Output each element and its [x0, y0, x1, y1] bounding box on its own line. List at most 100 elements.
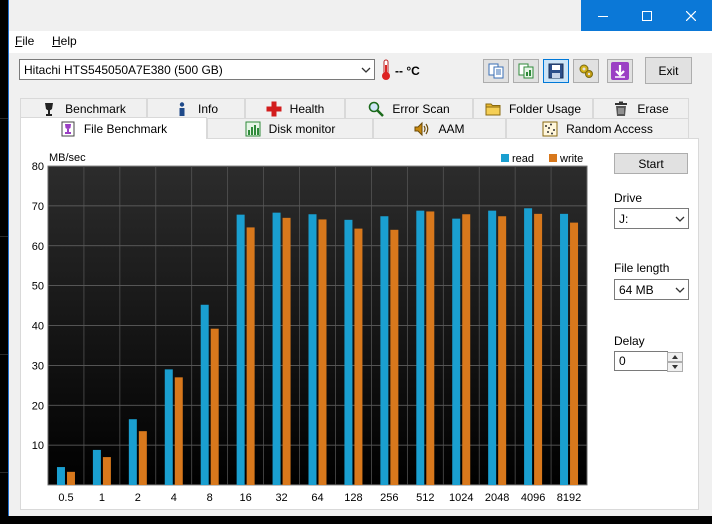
app-window: File Help Hitachi HTS545050A7E380 (500 G…	[8, 0, 712, 516]
close-icon	[686, 10, 696, 21]
desktop-line	[0, 472, 8, 473]
legend-write-label: write	[559, 153, 583, 165]
error-scan-icon	[368, 101, 385, 117]
delay-spin-down[interactable]	[667, 362, 683, 372]
desktop-line	[0, 118, 8, 119]
tab-erase-label: Erase	[637, 101, 669, 116]
bar-write	[426, 211, 435, 485]
legend-read-swatch	[501, 154, 509, 162]
temperature-value: -- °C	[395, 64, 420, 78]
drive-letter-select[interactable]: J:	[614, 208, 689, 229]
bar-read	[92, 449, 101, 485]
tab-random-access[interactable]: Random Access	[506, 118, 689, 138]
delay-spin-up[interactable]	[667, 352, 683, 362]
tab-aam-label: AAM	[438, 121, 465, 136]
menu-help[interactable]: Help	[52, 34, 77, 48]
copy-text-icon	[488, 63, 504, 79]
bar-read	[164, 369, 173, 485]
maximize-button[interactable]	[625, 0, 669, 31]
delay-label: Delay	[614, 334, 645, 348]
bar-read	[236, 214, 245, 485]
erase-icon	[613, 101, 629, 117]
tab-error-scan[interactable]: Error Scan	[345, 98, 473, 118]
desktop-line	[0, 236, 8, 237]
y-tick-label: 50	[32, 281, 44, 293]
bar-write	[282, 217, 291, 485]
tab-file-benchmark[interactable]: File Benchmark	[20, 117, 207, 139]
tab-aam[interactable]: AAM	[373, 118, 506, 138]
chevron-down-icon	[675, 287, 685, 293]
bar-write	[138, 431, 147, 485]
tab-health[interactable]: Health	[245, 98, 345, 118]
y-tick-label: 40	[32, 321, 44, 333]
bar-read	[128, 419, 137, 485]
options-button[interactable]	[573, 59, 599, 83]
tab-health-label: Health	[289, 101, 325, 116]
legend-write-swatch	[549, 154, 557, 162]
desktop-line	[0, 354, 8, 355]
file-length-select[interactable]: 64 MB	[614, 279, 689, 300]
y-tick-label: 70	[32, 201, 44, 213]
bar-write	[462, 214, 471, 485]
download-button[interactable]	[607, 59, 633, 83]
benchmark-icon	[41, 101, 57, 117]
delay-input[interactable]: 0	[614, 351, 668, 371]
spin-down-icon	[672, 365, 678, 369]
x-tick-label: 4096	[521, 492, 545, 504]
tab-file-benchmark-label: File Benchmark	[83, 121, 168, 136]
bar-write	[210, 328, 219, 485]
minimize-button[interactable]	[581, 0, 625, 31]
drive-letter-value: J:	[619, 211, 629, 226]
y-tick-label: 30	[32, 360, 44, 372]
info-icon	[174, 101, 190, 117]
tab-folder-usage[interactable]: Folder Usage	[473, 98, 593, 118]
start-button[interactable]: Start	[614, 153, 688, 174]
y-tick-label: 80	[32, 161, 44, 173]
bar-read	[488, 210, 497, 485]
save-icon	[548, 63, 564, 79]
close-button[interactable]	[669, 0, 712, 31]
file-benchmark-icon	[60, 121, 76, 137]
bar-write	[102, 457, 111, 485]
tab-info[interactable]: Info	[147, 98, 245, 118]
minimize-icon	[598, 15, 608, 17]
x-tick-label: 64	[311, 492, 323, 504]
save-button[interactable]	[543, 59, 569, 83]
x-tick-label: 8	[207, 492, 213, 504]
x-tick-label: 32	[275, 492, 287, 504]
x-tick-label: 0.5	[58, 492, 73, 504]
tab-disk-monitor-label: Disk monitor	[268, 121, 336, 136]
tab-disk-monitor[interactable]: Disk monitor	[207, 118, 373, 138]
spin-up-icon	[672, 355, 678, 359]
tab-benchmark[interactable]: Benchmark	[20, 98, 147, 118]
bar-read	[452, 218, 461, 485]
x-tick-label: 1	[99, 492, 105, 504]
bar-write	[66, 471, 75, 485]
benchmark-chart: 10 20 30 40 50 60 70 80 0.5 1 2 4 8 16 32 64 128 256 512 1…	[32, 152, 588, 504]
y-tick-label: 10	[32, 440, 44, 452]
copy-text-button[interactable]	[483, 59, 509, 83]
copy-image-button[interactable]	[513, 59, 539, 83]
tab-erase[interactable]: Erase	[593, 98, 689, 118]
tab-error-scan-label: Error Scan	[392, 101, 450, 116]
exit-button[interactable]: Exit	[645, 57, 692, 84]
thermometer-icon	[382, 59, 390, 80]
file-length-label: File length	[614, 261, 670, 275]
bar-write	[570, 222, 579, 485]
tab-folder-usage-label: Folder Usage	[508, 101, 582, 116]
bar-write	[246, 227, 255, 485]
x-tick-label: 4	[171, 492, 177, 504]
random-access-icon	[542, 121, 558, 137]
bar-write	[174, 377, 183, 485]
x-tick-label: 256	[380, 492, 398, 504]
menu-file[interactable]: File	[15, 34, 34, 48]
drive-select[interactable]: Hitachi HTS545050A7E380 (500 GB)	[19, 59, 375, 80]
file-length-value: 64 MB	[619, 282, 654, 297]
x-tick-label: 2048	[485, 492, 509, 504]
bar-read	[56, 467, 65, 485]
file-benchmark-panel: 10 20 30 40 50 60 70 80 0.5 1 2 4 8 16 32 64 128 256 512 1…	[20, 138, 699, 510]
x-tick-label: 16	[240, 492, 252, 504]
bar-write	[390, 229, 399, 485]
legend-read-label: read	[512, 153, 534, 165]
tab-random-access-label: Random Access	[566, 121, 653, 136]
